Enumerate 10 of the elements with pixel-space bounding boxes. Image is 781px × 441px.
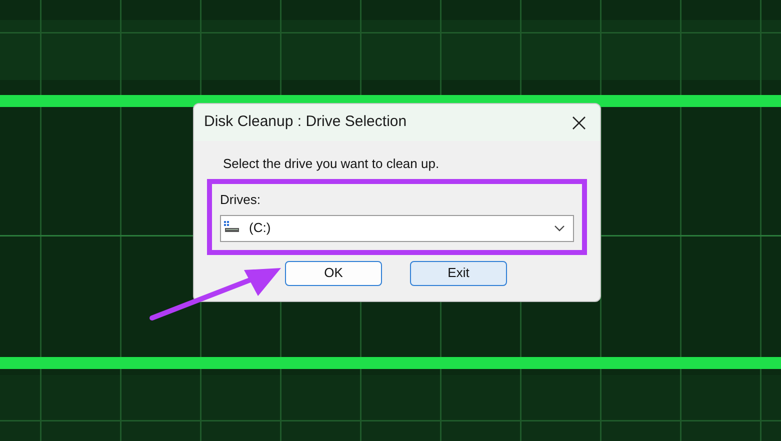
dropdown-value: (C:) xyxy=(249,219,272,238)
dialog-button[interactable]: OK xyxy=(285,260,382,286)
drive-dropdown[interactable]: (C:) xyxy=(220,214,574,242)
drives-label: Drives: xyxy=(220,191,262,209)
drive-icon xyxy=(224,221,240,235)
chevron-down-icon xyxy=(554,224,565,232)
close-icon xyxy=(572,116,586,130)
dialog-button[interactable]: Exit xyxy=(410,260,507,286)
instruction-text: Select the drive you want to clean up. xyxy=(223,157,440,170)
window-title: Disk Cleanup : Drive Selection xyxy=(204,112,407,132)
